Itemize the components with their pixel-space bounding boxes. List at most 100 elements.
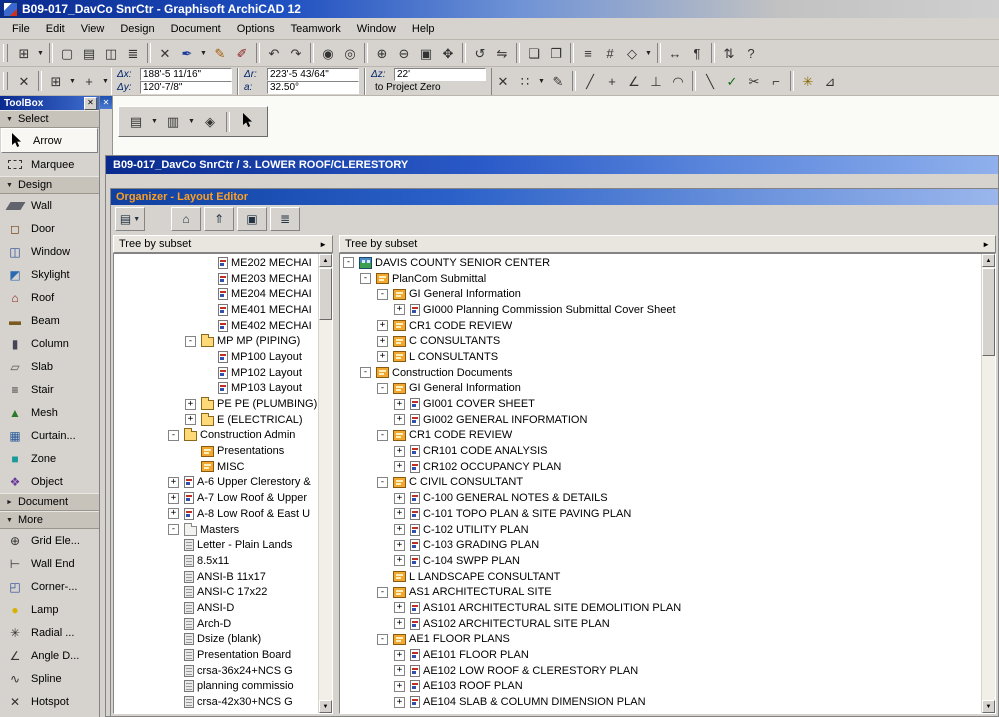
- expand-icon[interactable]: +: [394, 649, 405, 661]
- undo-button[interactable]: ↶: [263, 42, 285, 64]
- tree-item[interactable]: - Masters: [115, 522, 318, 538]
- tree-item[interactable]: + GI000 Planning Commission Submittal Cov…: [341, 302, 981, 318]
- guide-line-button[interactable]: ╱: [579, 70, 601, 92]
- tree-item[interactable]: + C-102 UTILITY PLAN: [341, 522, 981, 538]
- label-button[interactable]: ¶: [686, 42, 708, 64]
- menu-edit[interactable]: Edit: [38, 20, 73, 38]
- dropdown-button[interactable]: ▼: [67, 70, 78, 92]
- perpendicular-button[interactable]: ⊥: [645, 70, 667, 92]
- scissors-button[interactable]: ✂: [743, 70, 765, 92]
- toolbox-titlebar[interactable]: ToolBox ✕: [0, 96, 99, 110]
- tree-item[interactable]: - AS1 ARCHITECTURAL SITE: [341, 584, 981, 600]
- tangent-button[interactable]: ◠: [667, 70, 689, 92]
- scroll-up-icon[interactable]: ▲: [982, 254, 995, 267]
- tool-stair[interactable]: ≡ Stair: [0, 378, 99, 401]
- scrollbar-thumb[interactable]: [319, 268, 332, 320]
- tree-item[interactable]: + CR1 CODE REVIEW: [341, 318, 981, 334]
- collapse-icon[interactable]: -: [360, 367, 371, 379]
- tree-item[interactable]: + PE PE (PLUMBING): [115, 396, 318, 412]
- expand-icon[interactable]: +: [394, 461, 405, 473]
- tree-item[interactable]: L LANDSCAPE CONSULTANT: [341, 569, 981, 585]
- dropdown-button[interactable]: ▼: [186, 111, 197, 133]
- left-tree-mode-dropdown[interactable]: Tree by subset ►: [113, 235, 333, 253]
- tree-item[interactable]: - DAVIS COUNTY SENIOR CENTER: [341, 255, 981, 271]
- coordinate-input[interactable]: 188'-5 11/16": [140, 68, 232, 81]
- expand-icon[interactable]: +: [168, 476, 179, 488]
- tree-item[interactable]: + C CONSULTANTS: [341, 333, 981, 349]
- tree-item[interactable]: + L CONSULTANTS: [341, 349, 981, 365]
- delete-button[interactable]: ✕: [154, 42, 176, 64]
- zoom-out-button[interactable]: ⊖: [393, 42, 415, 64]
- tree-item[interactable]: + AE103 ROOF PLAN: [341, 679, 981, 695]
- save-button[interactable]: ◫: [100, 42, 122, 64]
- organizer-titlebar[interactable]: Organizer - Layout Editor: [111, 189, 998, 205]
- tool-skylight[interactable]: ◩ Skylight: [0, 263, 99, 286]
- snap-button[interactable]: ◇: [621, 42, 643, 64]
- layout-settings-button[interactable]: ▤: [125, 111, 147, 133]
- tree-item[interactable]: - Construction Documents: [341, 365, 981, 381]
- close-icon[interactable]: ✕: [84, 96, 97, 110]
- tree-item[interactable]: + AE102 LOW ROOF & CLERESTORY PLAN: [341, 663, 981, 679]
- tool-lamp[interactable]: ● Lamp: [0, 598, 99, 621]
- snap-point-button[interactable]: +: [601, 70, 623, 92]
- menu-design[interactable]: Design: [112, 20, 162, 38]
- tree-item[interactable]: + AS102 ARCHITECTURAL SITE PLAN: [341, 616, 981, 632]
- cancel-button[interactable]: ✕: [492, 70, 514, 92]
- expand-icon[interactable]: +: [394, 524, 405, 536]
- teamwork-button[interactable]: ⇅: [718, 42, 740, 64]
- expand-icon[interactable]: +: [394, 398, 405, 410]
- snap-points-button[interactable]: ∷: [514, 70, 536, 92]
- folder-up-button[interactable]: ⇑: [204, 207, 234, 231]
- layers-button[interactable]: ≡: [577, 42, 599, 64]
- tree-item[interactable]: 8.5x11: [115, 553, 318, 569]
- tree-item[interactable]: ME202 MECHAI: [115, 255, 318, 271]
- tree-item[interactable]: + AS101 ARCHITECTURAL SITE DEMOLITION PLA…: [341, 600, 981, 616]
- collapse-icon[interactable]: -: [168, 429, 179, 441]
- expand-icon[interactable]: +: [394, 618, 405, 630]
- menu-teamwork[interactable]: Teamwork: [283, 20, 349, 38]
- dropdown-button[interactable]: ▼: [100, 70, 111, 92]
- collapse-icon[interactable]: -: [185, 335, 196, 347]
- tool-wall[interactable]: Wall: [0, 194, 99, 217]
- tree-item[interactable]: Presentations: [115, 443, 318, 459]
- tree-item[interactable]: - GI General Information: [341, 286, 981, 302]
- coordinate-input[interactable]: 22': [394, 68, 486, 81]
- pan-button[interactable]: ✥: [437, 42, 459, 64]
- tool-marquee[interactable]: Marquee: [0, 153, 99, 176]
- magic-wand-button[interactable]: ✳: [797, 70, 819, 92]
- tree-item[interactable]: Presentation Board: [115, 647, 318, 663]
- toolbox-section-more[interactable]: ▼ More: [0, 511, 99, 529]
- tree-item[interactable]: crsa-36x24+NCS G: [115, 663, 318, 679]
- menu-file[interactable]: File: [4, 20, 38, 38]
- grid-snap-button[interactable]: ⊞: [45, 70, 67, 92]
- coordinate-input[interactable]: 120'-7/8": [140, 81, 232, 94]
- coordinate-input[interactable]: 223'-5 43/64": [267, 68, 359, 81]
- toolbox-section-document[interactable]: ► Document: [0, 493, 99, 511]
- tree-item[interactable]: + CR101 CODE ANALYSIS: [341, 443, 981, 459]
- dropdown-button[interactable]: ▼: [536, 70, 547, 92]
- expand-icon[interactable]: +: [394, 508, 405, 520]
- dropdown-button[interactable]: ▼: [149, 111, 160, 133]
- tree-item[interactable]: + E (ELECTRICAL): [115, 412, 318, 428]
- menu-window[interactable]: Window: [349, 20, 404, 38]
- tool-corner[interactable]: ◰ Corner-...: [0, 575, 99, 598]
- menu-help[interactable]: Help: [404, 20, 443, 38]
- tree-item[interactable]: ME401 MECHAI: [115, 302, 318, 318]
- pickup-parameters-button[interactable]: ◉: [317, 42, 339, 64]
- tool-wall-end[interactable]: ⊢ Wall End: [0, 552, 99, 575]
- menu-options[interactable]: Options: [229, 20, 283, 38]
- scroll-down-icon[interactable]: ▼: [982, 700, 995, 713]
- expand-icon[interactable]: +: [394, 414, 405, 426]
- tree-view-button[interactable]: ≣: [270, 207, 300, 231]
- brush-button[interactable]: ✐: [231, 42, 253, 64]
- right-tree-scrollbar[interactable]: ▲ ▼: [981, 254, 995, 713]
- toolbar-grip[interactable]: [3, 44, 8, 62]
- tool-angle-d[interactable]: ∠ Angle D...: [0, 644, 99, 667]
- toolbar-grip[interactable]: [3, 72, 8, 90]
- pencil-button[interactable]: ✎: [209, 42, 231, 64]
- tree-item[interactable]: - GI General Information: [341, 381, 981, 397]
- tree-item[interactable]: + A-7 Low Roof & Upper: [115, 490, 318, 506]
- grid-button[interactable]: #: [599, 42, 621, 64]
- menu-document[interactable]: Document: [163, 20, 229, 38]
- tree-item[interactable]: + C-100 GENERAL NOTES & DETAILS: [341, 490, 981, 506]
